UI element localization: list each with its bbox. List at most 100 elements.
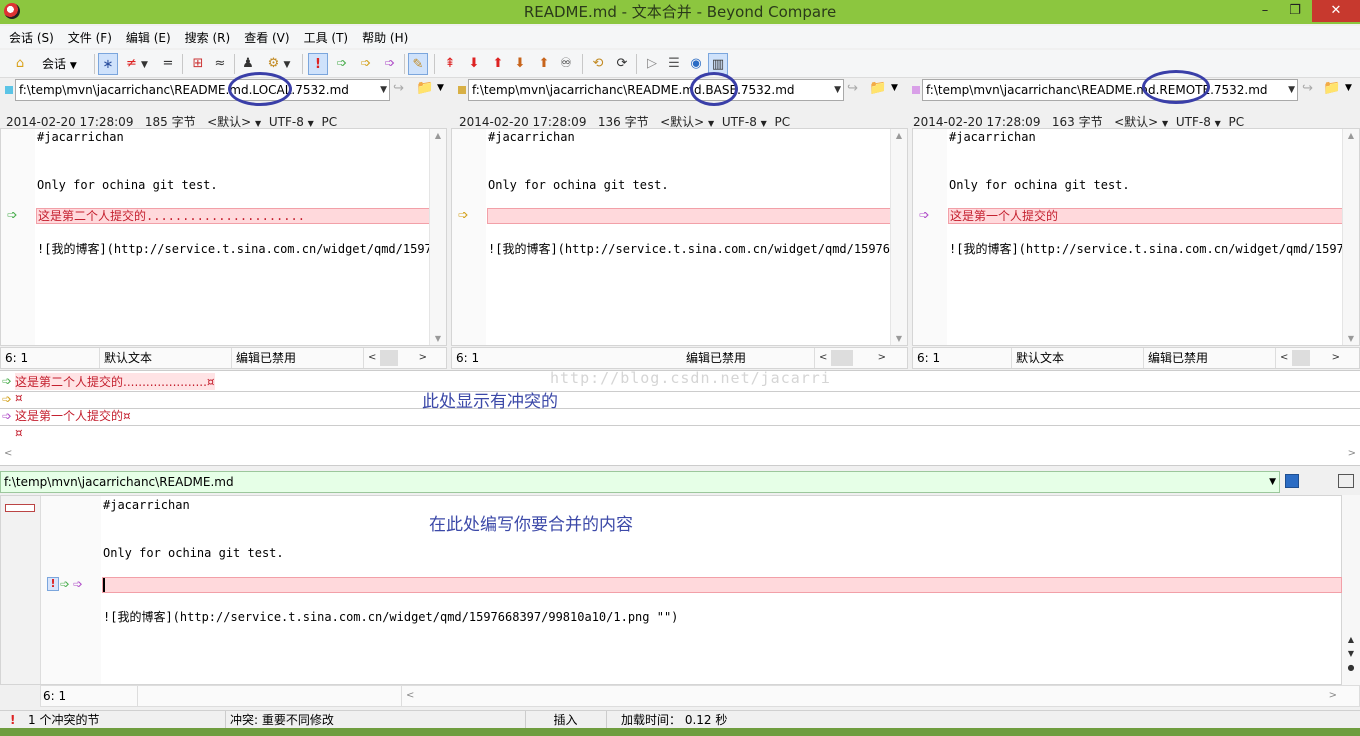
up-icon[interactable]: ⬆: [534, 53, 554, 75]
scroll-right-icon[interactable]: >: [878, 348, 886, 368]
take-center-icon[interactable]: ➩: [356, 53, 376, 75]
maximize-button[interactable]: ❐: [1280, 0, 1310, 22]
first-diff-icon[interactable]: ⇞: [440, 53, 460, 75]
vertical-scrollbar[interactable]: ▲ ▼: [1342, 129, 1359, 345]
menu-tools[interactable]: 工具 (T): [295, 26, 354, 46]
folder-icon[interactable]: 📁: [869, 80, 886, 96]
binoculars-icon[interactable]: ♾: [556, 53, 576, 75]
swap-sides-icon[interactable]: ↪: [847, 81, 858, 96]
arrow-right-icon[interactable]: ➩: [919, 209, 930, 223]
output-path-combo[interactable]: f:\temp\mvn\jacarrichanc\README.md ▼: [0, 471, 1280, 493]
horizontal-scrollbar[interactable]: < >: [363, 348, 447, 368]
next-section-icon[interactable]: ▷: [642, 53, 662, 75]
encoding-default-dropdown[interactable]: <默认>: [660, 115, 704, 129]
line-ending[interactable]: PC: [1228, 115, 1244, 129]
edit-icon[interactable]: ✎: [408, 53, 428, 75]
scroll-down-icon[interactable]: ▼: [1342, 649, 1360, 658]
scroll-down-icon[interactable]: ●: [1342, 663, 1360, 672]
remote-pane[interactable]: #jacarrichan Only for ochina git test. 这…: [912, 128, 1360, 346]
vertical-scrollbar[interactable]: ▲ ▼: [429, 129, 446, 345]
list-icon[interactable]: ☰: [664, 53, 684, 75]
chevron-down-icon[interactable]: ▼: [891, 83, 898, 93]
scroll-down-icon[interactable]: ▼: [1343, 334, 1359, 343]
scroll-up-icon[interactable]: ▲: [1343, 131, 1359, 140]
scroll-up-icon[interactable]: ▲: [891, 131, 907, 140]
arrow-right-icon[interactable]: ➩: [7, 209, 18, 223]
chevron-down-icon[interactable]: ▼: [437, 83, 444, 93]
horizontal-scrollbar[interactable]: < >: [814, 348, 908, 368]
swap-sides-icon[interactable]: ↪: [393, 81, 404, 96]
scroll-up-icon[interactable]: ▲: [430, 131, 446, 140]
encoding-dropdown[interactable]: UTF-8: [1176, 115, 1211, 129]
chevron-down-icon[interactable]: ▼: [380, 80, 387, 100]
conflict-icon[interactable]: !: [308, 53, 328, 75]
local-pane[interactable]: #jacarrichan Only for ochina git test. 这…: [0, 128, 447, 346]
chevron-down-icon[interactable]: ▼: [1288, 80, 1295, 100]
line-ending[interactable]: PC: [321, 115, 337, 129]
menu-search[interactable]: 搜索 (R): [176, 26, 236, 46]
show-same-icon[interactable]: =: [158, 53, 178, 75]
minimize-button[interactable]: –: [1250, 0, 1280, 22]
chevron-down-icon[interactable]: ▼: [1345, 83, 1352, 93]
encoding-default-dropdown[interactable]: <默认>: [207, 115, 251, 129]
swap-sides-icon[interactable]: ↪: [1302, 81, 1313, 96]
home-icon[interactable]: ⌂: [10, 53, 30, 75]
rules-icon[interactable]: ⊞: [188, 53, 208, 75]
encoding-default-dropdown[interactable]: <默认>: [1114, 115, 1158, 129]
show-all-icon[interactable]: ∗: [98, 53, 118, 75]
scroll-right-icon[interactable]: >: [1329, 686, 1337, 706]
base-path-combo[interactable]: f:\temp\mvn\jacarrichanc\README.md.BASE.…: [468, 79, 844, 101]
vertical-scrollbar[interactable]: ▲ ▼: [890, 129, 907, 345]
down-icon[interactable]: ⬇: [510, 53, 530, 75]
browser-icon[interactable]: ◉: [686, 53, 706, 75]
line-ending[interactable]: PC: [774, 115, 790, 129]
encoding-dropdown[interactable]: UTF-8: [269, 115, 304, 129]
horizontal-scrollbar[interactable]: < >: [1275, 348, 1360, 368]
menu-help[interactable]: 帮助 (H): [353, 26, 413, 46]
swap-icon[interactable]: ⟲: [588, 53, 608, 75]
close-button[interactable]: ✕: [1312, 0, 1360, 22]
menu-edit[interactable]: 编辑 (E): [117, 26, 176, 46]
vertical-scrollbar[interactable]: ▲ ▼ ●: [1342, 495, 1360, 685]
chevron-down-icon[interactable]: ▼: [1269, 472, 1276, 492]
thumbnail-marker[interactable]: [5, 504, 35, 512]
arrow-right-icon[interactable]: ➩: [73, 577, 83, 591]
scroll-right-icon[interactable]: >: [1348, 448, 1356, 459]
conflict-line[interactable]: [102, 577, 1342, 593]
conflict-icon[interactable]: !: [47, 577, 59, 591]
menu-file[interactable]: 文件 (F): [59, 26, 117, 46]
arrow-right-icon[interactable]: ➩: [458, 209, 469, 223]
scroll-thumb[interactable]: [380, 350, 398, 366]
scroll-right-icon[interactable]: >: [1332, 348, 1340, 368]
menu-session[interactable]: 会话 (S): [0, 26, 59, 46]
local-path-combo[interactable]: f:\temp\mvn\jacarrichanc\README.md.LOCAL…: [15, 79, 390, 101]
conflict-line[interactable]: [487, 208, 891, 224]
folder-icon[interactable]: 📁: [416, 80, 433, 96]
prev-diff-icon[interactable]: ⬇: [464, 53, 484, 75]
scroll-left-icon[interactable]: <: [1280, 348, 1288, 368]
take-left-icon[interactable]: ➩: [332, 53, 352, 75]
scroll-thumb[interactable]: [1292, 350, 1310, 366]
layout-toggle-icon[interactable]: [1338, 474, 1354, 488]
show-diffs-icon[interactable]: ≠ ▼: [122, 53, 152, 75]
scroll-right-icon[interactable]: >: [419, 348, 427, 368]
scroll-left-icon[interactable]: <: [401, 686, 414, 706]
next-diff-icon[interactable]: ⬆: [488, 53, 508, 75]
remote-path-combo[interactable]: f:\temp\mvn\jacarrichanc\README.md.REMOT…: [922, 79, 1298, 101]
scroll-left-icon[interactable]: <: [368, 348, 376, 368]
scroll-left-icon[interactable]: <: [819, 348, 827, 368]
scroll-down-icon[interactable]: ▼: [430, 334, 446, 343]
encoding-dropdown[interactable]: UTF-8: [722, 115, 757, 129]
session-dropdown[interactable]: 会话 ▼: [36, 53, 90, 75]
approx-icon[interactable]: ≈: [210, 53, 230, 75]
refresh-icon[interactable]: ⟳: [612, 53, 632, 75]
output-pane[interactable]: #jacarrichan Only for ochina git test. !…: [0, 495, 1342, 685]
folder-icon[interactable]: 📁: [1323, 80, 1340, 96]
take-right-icon[interactable]: ➩: [380, 53, 400, 75]
menu-view[interactable]: 查看 (V): [235, 26, 294, 46]
save-icon[interactable]: [1285, 474, 1299, 488]
scroll-down-icon[interactable]: ▼: [891, 334, 907, 343]
arrow-right-icon[interactable]: ➩: [60, 577, 70, 591]
scroll-up-icon[interactable]: ▲: [1342, 635, 1360, 644]
scroll-left-icon[interactable]: <: [4, 448, 12, 459]
